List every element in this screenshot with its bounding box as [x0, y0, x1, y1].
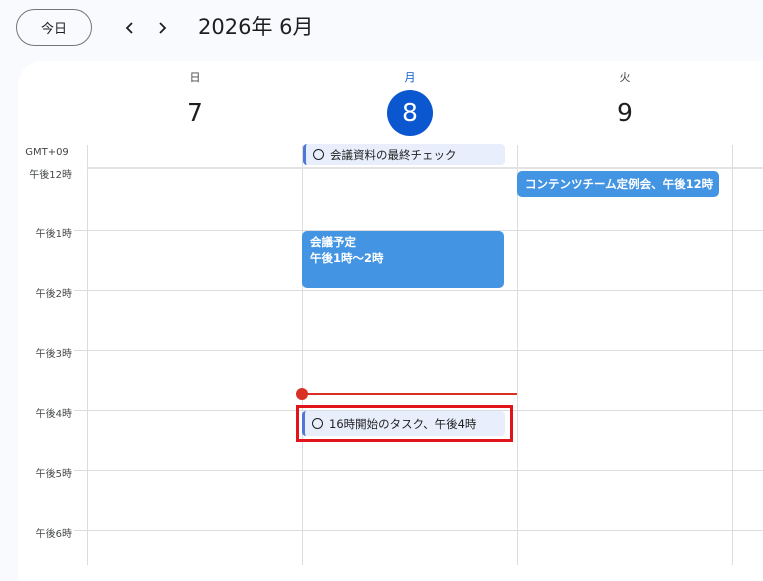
day-of-week: 日 [189, 71, 201, 84]
day-header-mon[interactable]: 月 8 [350, 70, 470, 136]
hour-line [74, 470, 763, 471]
event-content-team-meeting[interactable]: コンテンツチーム定例会、午後12時 [517, 171, 719, 197]
column-divider [732, 145, 733, 565]
task-title: 会議資料の最終チェック [330, 147, 457, 162]
event-title: 会議予定 [310, 235, 356, 249]
month-title: 2026年 6月 [198, 15, 314, 39]
hour-label: 午後12時 [29, 170, 72, 181]
day-header-sun[interactable]: 日 7 [135, 70, 255, 136]
day-of-week: 月 [404, 71, 416, 84]
day-of-week: 火 [619, 71, 631, 84]
column-divider [87, 145, 88, 565]
column-divider [302, 145, 303, 565]
day-number-today[interactable]: 8 [387, 90, 433, 136]
hour-label: 午後3時 [35, 349, 72, 360]
hour-label: 午後6時 [35, 529, 72, 540]
hour-line [74, 530, 763, 531]
event-time: 午後1時〜2時 [310, 251, 384, 265]
column-divider [517, 145, 518, 565]
hour-line [74, 350, 763, 351]
hour-label: 午後1時 [35, 229, 72, 240]
day-number[interactable]: 7 [172, 90, 218, 136]
chevron-left-icon [125, 22, 133, 34]
current-time-dot [296, 388, 308, 400]
timezone-label: GMT+09 [25, 147, 69, 158]
day-header-tue[interactable]: 火 9 [565, 70, 685, 136]
today-button[interactable]: 今日 [16, 9, 92, 46]
event-meeting[interactable]: 会議予定 午後1時〜2時 [302, 231, 504, 288]
hour-label: 午後4時 [35, 409, 72, 420]
next-week-button[interactable] [150, 16, 174, 40]
previous-week-button[interactable] [118, 16, 142, 40]
allday-task-chip[interactable]: 会議資料の最終チェック [303, 144, 505, 165]
chevron-right-icon [159, 22, 167, 34]
hour-label: 午後5時 [35, 469, 72, 480]
hour-line [74, 290, 763, 291]
task-circle-icon[interactable] [313, 149, 324, 160]
day-number[interactable]: 9 [602, 90, 648, 136]
allday-separator [87, 167, 763, 169]
event-title: コンテンツチーム定例会、午後12時 [525, 177, 714, 191]
calendar-card [18, 61, 763, 581]
highlight-box [296, 405, 513, 442]
current-time-line [303, 393, 517, 395]
hour-label: 午後2時 [35, 289, 72, 300]
